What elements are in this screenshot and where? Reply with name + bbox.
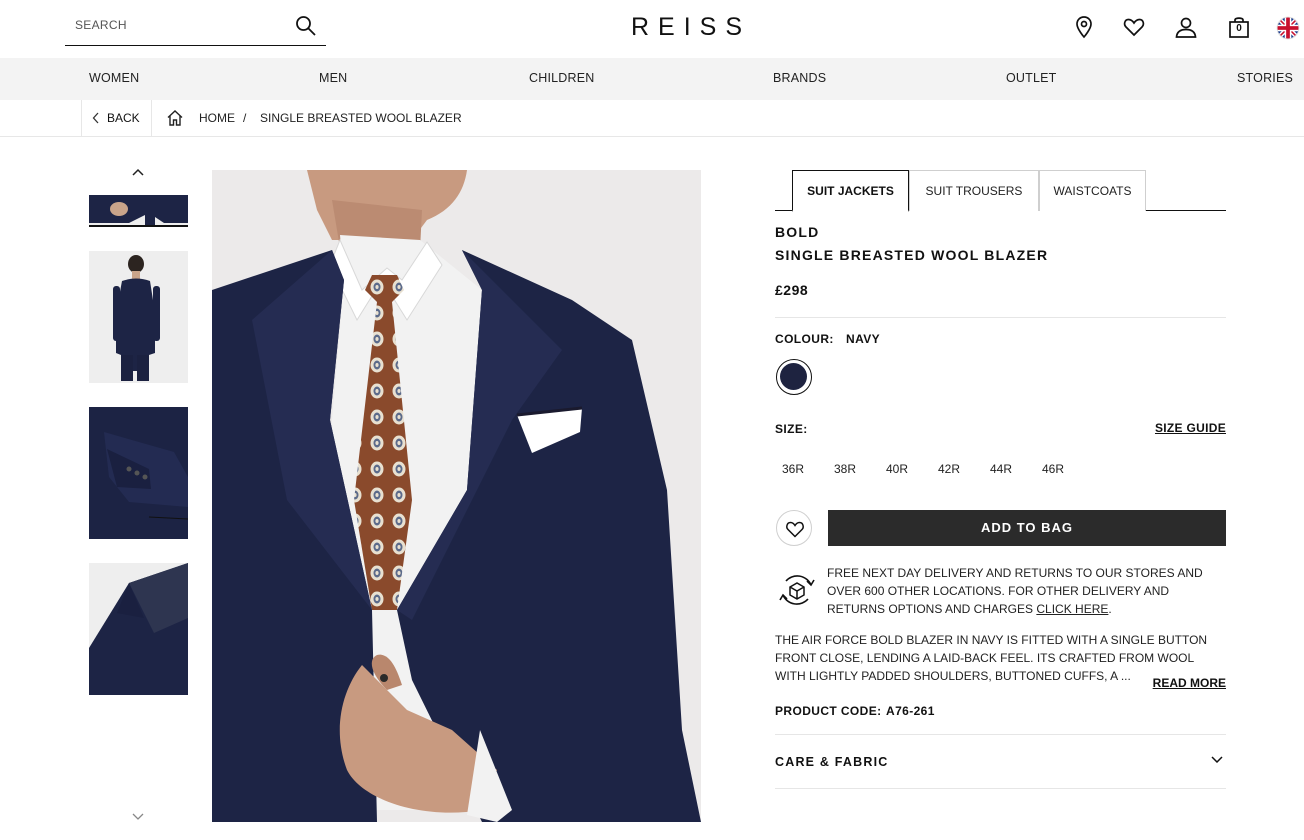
- breadcrumb-home[interactable]: HOME: [199, 111, 235, 125]
- divider: [775, 317, 1226, 318]
- product-code-value: A76-261: [886, 704, 935, 718]
- divider: [775, 788, 1226, 789]
- thumbnail-4[interactable]: [89, 563, 188, 695]
- add-to-bag-button[interactable]: ADD TO BAG: [828, 510, 1226, 546]
- delivery-returns-icon: [779, 575, 815, 605]
- search-input[interactable]: [75, 18, 285, 32]
- tab-waistcoats[interactable]: WAISTCOATS: [1039, 170, 1146, 211]
- search-icon[interactable]: [294, 14, 318, 38]
- thumbnail-3[interactable]: [89, 407, 188, 539]
- size-label: SIZE:: [775, 422, 808, 436]
- search-bar[interactable]: [65, 10, 326, 46]
- tab-suit-trousers[interactable]: SUIT TROUSERS: [909, 170, 1039, 211]
- chevron-left-icon: [92, 112, 99, 124]
- nav-outlet[interactable]: OUTLET: [1006, 71, 1057, 85]
- blazer-model-photo: [212, 170, 701, 822]
- category-tabs: SUIT JACKETS SUIT TROUSERS WAISTCOATS: [775, 170, 1226, 212]
- back-label: BACK: [107, 111, 140, 125]
- colour-value: NAVY: [846, 332, 881, 346]
- colour-swatch-navy[interactable]: [776, 359, 812, 395]
- delivery-click-here-link[interactable]: CLICK HERE: [1036, 602, 1108, 616]
- breadcrumb-separator: /: [243, 111, 247, 125]
- size-option[interactable]: 42R: [932, 462, 966, 476]
- nav-children[interactable]: CHILDREN: [529, 71, 595, 85]
- size-option[interactable]: 36R: [776, 462, 810, 476]
- back-button[interactable]: BACK: [81, 100, 152, 136]
- thumbnail-2[interactable]: [89, 251, 188, 383]
- size-option[interactable]: 38R: [828, 462, 862, 476]
- colour-label: COLOUR:: [775, 332, 834, 346]
- chevron-down-icon[interactable]: [1210, 755, 1224, 765]
- main-product-image[interactable]: [212, 170, 701, 822]
- product-price: £298: [775, 282, 809, 298]
- product-brand: BOLD: [775, 224, 820, 240]
- read-more-link[interactable]: READ MORE: [1153, 676, 1226, 690]
- nav-brands[interactable]: BRANDS: [773, 71, 826, 85]
- wishlist-icon[interactable]: [1122, 14, 1146, 40]
- site-header: REISS 0: [0, 0, 1304, 58]
- swatch-fill: [780, 363, 807, 390]
- add-to-wishlist-button[interactable]: [776, 510, 812, 546]
- thumbnail-down-chevron-icon[interactable]: [131, 812, 145, 822]
- store-locator-icon[interactable]: [1072, 14, 1096, 40]
- size-option[interactable]: 40R: [880, 462, 914, 476]
- product-name: SINGLE BREASTED WOOL BLAZER: [775, 247, 1049, 263]
- uk-flag-icon[interactable]: [1276, 15, 1300, 41]
- thumbnail-3-image: [89, 407, 188, 539]
- main-nav: WOMEN MEN CHILDREN BRANDS OUTLET STORIES: [0, 58, 1304, 100]
- thumbnail-4-image: [89, 563, 188, 695]
- account-icon[interactable]: [1174, 14, 1198, 40]
- delivery-end: .: [1108, 602, 1112, 616]
- nav-stories[interactable]: STORIES: [1237, 71, 1293, 85]
- nav-women[interactable]: WOMEN: [89, 71, 139, 85]
- delivery-text: FREE NEXT DAY DELIVERY AND RETURNS TO OU…: [827, 566, 1203, 616]
- delivery-info: FREE NEXT DAY DELIVERY AND RETURNS TO OU…: [827, 564, 1226, 618]
- thumbnail-1-image: [89, 195, 188, 225]
- nav-men[interactable]: MEN: [319, 71, 347, 85]
- bag-button[interactable]: 0: [1227, 14, 1251, 40]
- size-option[interactable]: 44R: [984, 462, 1018, 476]
- divider: [775, 734, 1226, 735]
- home-icon[interactable]: [166, 109, 184, 127]
- care-fabric-toggle[interactable]: CARE & FABRIC: [775, 755, 889, 769]
- bag-count: 0: [1236, 23, 1242, 34]
- tab-suit-jackets[interactable]: SUIT JACKETS: [792, 170, 909, 212]
- thumbnail-1[interactable]: [89, 195, 188, 227]
- reiss-logo[interactable]: REISS: [631, 13, 751, 42]
- size-option[interactable]: 46R: [1036, 462, 1070, 476]
- breadcrumb: BACK HOME / SINGLE BREASTED WOOL BLAZER: [0, 100, 1304, 137]
- thumbnail-up-chevron-icon[interactable]: [131, 167, 145, 177]
- heart-icon: [786, 521, 804, 538]
- size-guide-link[interactable]: SIZE GUIDE: [1155, 421, 1226, 435]
- breadcrumb-current: SINGLE BREASTED WOOL BLAZER: [260, 111, 462, 125]
- thumbnail-2-image: [89, 251, 188, 383]
- product-code-label: PRODUCT CODE:: [775, 704, 882, 718]
